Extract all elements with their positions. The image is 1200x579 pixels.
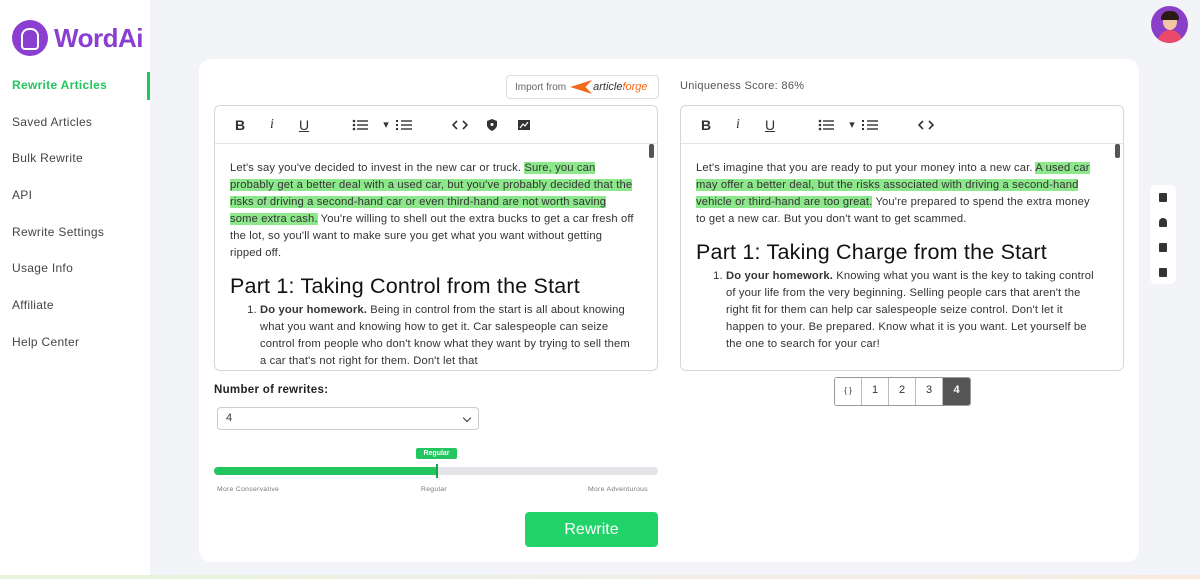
bottom-strip xyxy=(0,575,1200,579)
brain-logo-icon xyxy=(12,20,48,56)
bullet-list-icon[interactable] xyxy=(349,114,371,136)
shield-icon[interactable] xyxy=(481,114,503,136)
sidebar-item-help-center[interactable]: Help Center xyxy=(0,327,150,364)
rewritten-text[interactable]: Let's imagine that you are ready to put … xyxy=(696,160,1101,353)
sidebar-item-rewrite-articles[interactable]: Rewrite Articles xyxy=(0,70,150,107)
slider-max-label: More Adventurous xyxy=(588,486,648,493)
adventurousness-slider[interactable] xyxy=(214,464,658,478)
logo[interactable]: WordAi xyxy=(12,20,143,56)
import-articleforge-button[interactable]: Import from article forge xyxy=(506,75,659,99)
list-item: Do your homework. Being in control from … xyxy=(260,302,635,370)
italic-icon[interactable]: i xyxy=(261,114,283,136)
pager-page-3[interactable]: 3 xyxy=(916,378,943,405)
italic-icon[interactable]: i xyxy=(727,114,749,136)
sidebar-item-rewrite-settings[interactable]: Rewrite Settings xyxy=(0,217,150,254)
save-icon[interactable] xyxy=(1159,268,1167,277)
rewritten-editor[interactable]: B i U ▾ Let's imagine that you are ready… xyxy=(680,105,1124,371)
download-file-icon[interactable] xyxy=(1159,243,1167,252)
uniqueness-score: Uniqueness Score: 86% xyxy=(680,80,805,92)
sidebar-item-affiliate[interactable]: Affiliate xyxy=(0,290,150,327)
chevron-down-icon[interactable]: ▾ xyxy=(381,114,391,136)
numbered-list: Do your homework. Knowing what you want … xyxy=(696,268,1101,353)
slider-value-badge: Regular xyxy=(416,448,457,459)
avatar[interactable] xyxy=(1151,6,1188,43)
rewrite-card: Import from article forge Uniqueness Scor… xyxy=(199,59,1139,562)
bold-icon[interactable]: B xyxy=(695,114,717,136)
section-heading: Part 1: Taking Control from the Start xyxy=(230,274,580,298)
rewrite-pager: { } 1 2 3 4 xyxy=(834,377,971,406)
sidebar-item-usage-info[interactable]: Usage Info xyxy=(0,253,150,290)
sidebar-item-bulk-rewrite[interactable]: Bulk Rewrite xyxy=(0,143,150,180)
brand-name: WordAi xyxy=(54,22,143,53)
articleforge-flame-icon xyxy=(570,80,593,94)
rewrites-label: Number of rewrites: xyxy=(214,384,329,396)
underline-icon[interactable]: U xyxy=(293,114,315,136)
chevron-down-icon[interactable]: ▾ xyxy=(847,114,857,136)
sidebar-item-saved-articles[interactable]: Saved Articles xyxy=(0,107,150,144)
right-tools xyxy=(1150,185,1176,284)
pager-page-4[interactable]: 4 xyxy=(943,378,970,405)
editor-scrollbar[interactable] xyxy=(1115,144,1120,158)
rewrites-select[interactable]: 4 xyxy=(217,407,479,430)
bell-icon[interactable] xyxy=(1159,218,1167,227)
slider-mid-label: Regular xyxy=(421,486,447,493)
sidebar: WordAi Rewrite Articles Saved Articles B… xyxy=(0,0,150,579)
slider-fill xyxy=(214,467,436,475)
code-icon[interactable] xyxy=(449,114,471,136)
sidebar-item-api[interactable]: API xyxy=(0,180,150,217)
sidebar-nav: Rewrite Articles Saved Articles Bulk Rew… xyxy=(0,70,150,364)
original-text[interactable]: Let's say you've decided to invest in th… xyxy=(230,160,635,370)
code-icon[interactable] xyxy=(915,114,937,136)
slider-thumb[interactable] xyxy=(436,464,438,478)
rewrite-button[interactable]: Rewrite xyxy=(525,512,658,547)
pager-spintax-button[interactable]: { } xyxy=(835,378,862,405)
editor-toolbar: B i U ▾ xyxy=(215,106,657,144)
paragraph: Let's say you've decided to invest in th… xyxy=(230,162,634,259)
numbered-list-icon[interactable] xyxy=(393,114,415,136)
editor-scrollbar[interactable] xyxy=(649,144,654,158)
underline-icon[interactable]: U xyxy=(759,114,781,136)
import-label: Import from xyxy=(515,81,567,93)
pager-page-2[interactable]: 2 xyxy=(889,378,916,405)
editor-toolbar: B i U ▾ xyxy=(681,106,1123,144)
image-icon[interactable] xyxy=(513,114,535,136)
articleforge-logo: article forge xyxy=(570,80,648,94)
numbered-list: Do your homework. Being in control from … xyxy=(230,302,635,370)
clipboard-icon[interactable] xyxy=(1159,193,1167,202)
paragraph: Let's imagine that you are ready to put … xyxy=(696,162,1090,225)
section-heading: Part 1: Taking Charge from the Start xyxy=(696,240,1047,264)
list-item: Do your homework. Knowing what you want … xyxy=(726,268,1101,353)
pager-page-1[interactable]: 1 xyxy=(862,378,889,405)
numbered-list-icon[interactable] xyxy=(859,114,881,136)
original-editor[interactable]: B i U ▾ Let's say you've decided to inve… xyxy=(214,105,658,371)
bullet-list-icon[interactable] xyxy=(815,114,837,136)
bold-icon[interactable]: B xyxy=(229,114,251,136)
slider-min-label: More Conservative xyxy=(217,486,280,493)
